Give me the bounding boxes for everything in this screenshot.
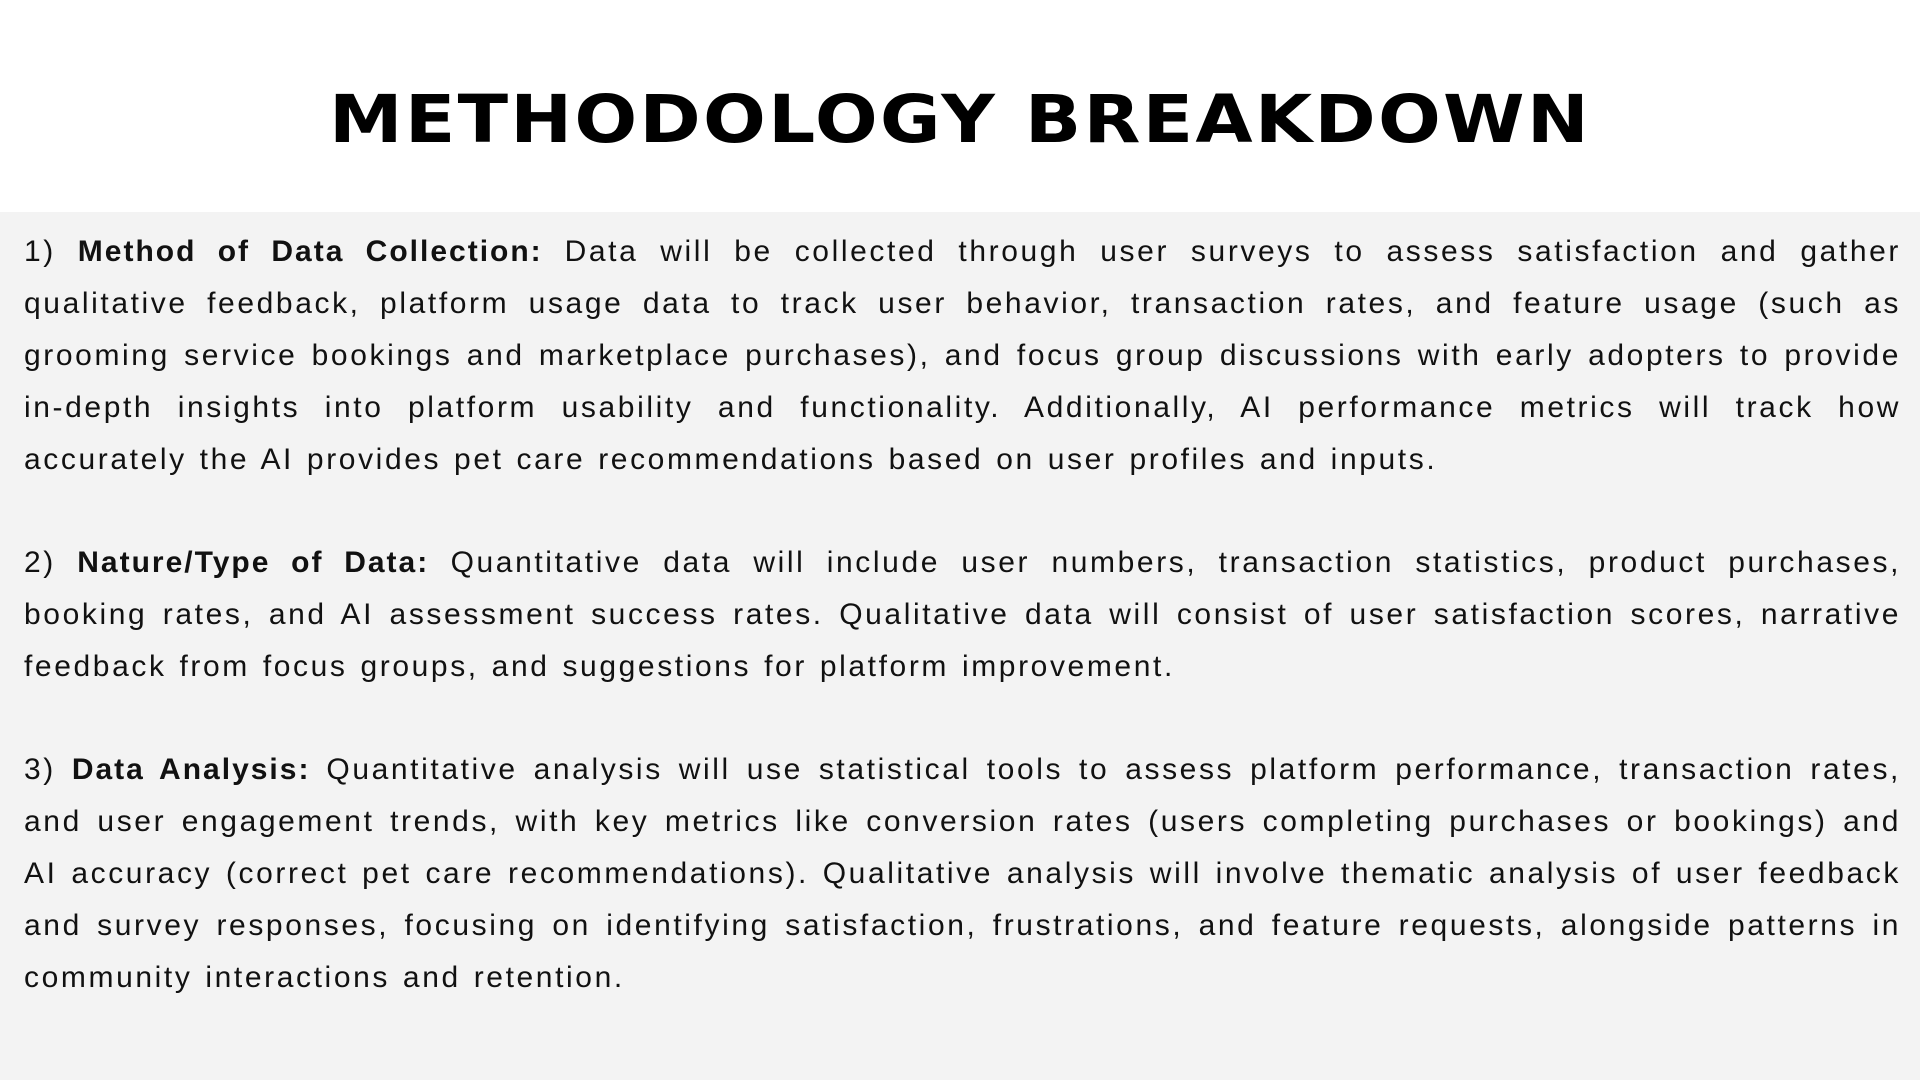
section-heading: Data Analysis:: [71, 753, 311, 786]
section-number: 1): [24, 235, 56, 268]
section-data-type: 2) Nature/Type of Data: Quantitative dat…: [24, 537, 1901, 693]
section-data-analysis: 3) Data Analysis: Quantitative analysis …: [24, 744, 1901, 1004]
section-body: Quantitative analysis will use statistic…: [24, 753, 1901, 994]
section-number: 2): [24, 546, 56, 579]
section-data-collection: 1) Method of Data Collection: Data will …: [24, 226, 1901, 486]
section-number: 3): [24, 753, 56, 786]
section-heading: Method of Data Collection:: [77, 235, 543, 268]
page-title: METHODOLOGY BREAKDOWN: [329, 81, 1591, 158]
content-panel: 1) Method of Data Collection: Data will …: [0, 212, 1920, 1080]
section-heading: Nature/Type of Data:: [77, 546, 430, 579]
section-body: Data will be collected through user surv…: [24, 235, 1902, 476]
slide-header: METHODOLOGY BREAKDOWN: [0, 0, 1920, 212]
